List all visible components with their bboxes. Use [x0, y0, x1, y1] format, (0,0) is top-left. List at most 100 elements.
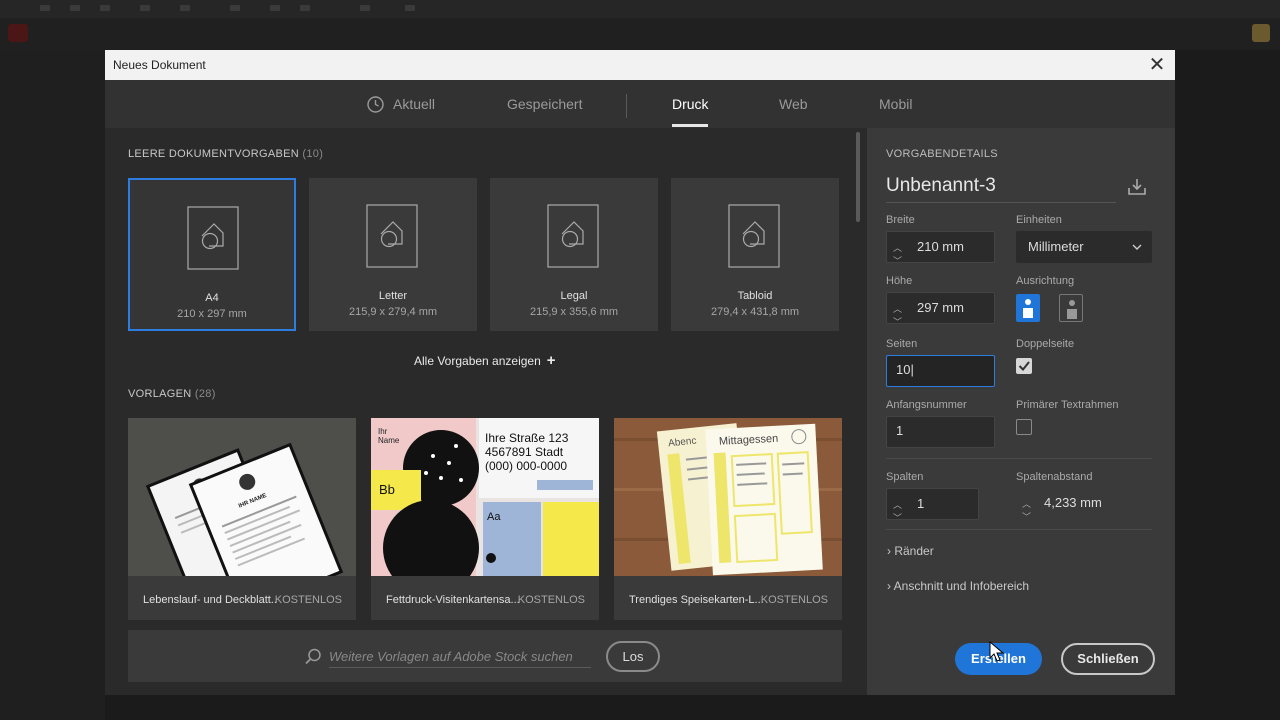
blank-presets-heading-text: LEERE DOKUMENTVORGABEN [128, 148, 300, 160]
user-avatar[interactable] [1252, 24, 1270, 42]
width-stepper[interactable]: ︿ ﹀ [887, 232, 909, 266]
app-logo-icon [8, 24, 28, 42]
preset-name-field[interactable]: Unbenannt-3 [886, 175, 1116, 203]
primary-text-frame-label: Primärer Textrahmen [1016, 399, 1119, 411]
tab-mobil[interactable]: Mobil [879, 96, 912, 112]
landscape-icon [1067, 300, 1077, 319]
preset-size: 210 x 297 mm [177, 308, 247, 320]
columns-stepper[interactable]: ︿ ﹀ [887, 489, 909, 523]
height-field[interactable]: ︿ ﹀ 297 mm [886, 292, 995, 327]
thumb-city-text: 4567891 Stadt [485, 445, 564, 459]
app-menu-item[interactable] [100, 5, 110, 11]
document-icon [187, 206, 239, 270]
pages-field[interactable]: 10| [886, 355, 995, 387]
template-thumbnail: Ihr Name Bb Ihre Straße 123 4567891 Stad… [371, 418, 599, 576]
thumb-bb-text: Bb [379, 482, 395, 497]
width-field[interactable]: ︿ ﹀ 210 mm [886, 231, 995, 266]
search-go-button[interactable]: Los [606, 641, 660, 672]
thumb-street-text: Ihre Straße 123 [485, 431, 569, 445]
templates-heading-text: VORLAGEN [128, 388, 192, 400]
tab-web[interactable]: Web [779, 96, 808, 112]
preset-details-heading: VORGABENDETAILS [886, 148, 998, 160]
portrait-orientation-button[interactable] [1016, 294, 1040, 322]
preset-a4[interactable]: A4 210 x 297 mm [128, 178, 296, 331]
checkmark-icon [1018, 361, 1030, 371]
document-icon [547, 204, 599, 268]
tab-gespeichert[interactable]: Gespeichert [507, 96, 582, 112]
show-all-presets-label: Alle Vorgaben anzeigen [414, 354, 541, 368]
tab-separator [626, 94, 627, 118]
preset-letter[interactable]: Letter 215,9 x 279,4 mm [309, 178, 477, 331]
template-card-business-cards[interactable]: Ihr Name Bb Ihre Straße 123 4567891 Stad… [371, 418, 599, 620]
height-stepper[interactable]: ︿ ﹀ [887, 293, 909, 327]
preset-details-panel: VORGABENDETAILS Unbenannt-3 Breite ︿ ﹀ 21… [867, 128, 1175, 695]
thumb-name-text: Name [378, 436, 400, 445]
app-menu-item[interactable] [40, 5, 50, 11]
chevron-down-icon[interactable]: ﹀ [1022, 503, 1031, 531]
preset-size: 279,4 x 431,8 mm [710, 306, 800, 318]
gutter-stepper[interactable]: ︿ ﹀ [1016, 488, 1038, 522]
preset-name: Tabloid [737, 290, 773, 302]
chevron-down-icon[interactable]: ﹀ [893, 504, 902, 532]
close-button[interactable]: Schließen [1061, 643, 1155, 675]
thumb-phone-text: (000) 000-0000 [485, 459, 567, 473]
text-caret: | [910, 362, 914, 377]
app-menu-bar [0, 0, 1280, 18]
templates-heading: VORLAGEN (28) [128, 388, 216, 400]
clock-icon [367, 96, 384, 113]
template-free-badge: KOSTENLOS [760, 594, 828, 606]
stock-search-input[interactable] [329, 646, 591, 668]
gutter-value: 4,233 mm [1044, 495, 1102, 510]
app-menu-item[interactable] [230, 5, 240, 11]
presets-scrollbar[interactable] [856, 132, 860, 222]
tab-druck[interactable]: Druck [672, 96, 709, 112]
app-menu-item[interactable] [140, 5, 150, 11]
chevron-down-icon[interactable]: ﹀ [893, 308, 902, 336]
templates-count: (28) [194, 388, 216, 400]
app-menu-item[interactable] [270, 5, 280, 11]
start-number-field[interactable]: 1 [886, 416, 995, 448]
dialog-title: Neues Dokument [113, 58, 206, 72]
show-all-presets-link[interactable]: Alle Vorgaben anzeigen + [414, 352, 556, 369]
preset-tabloid[interactable]: Tabloid 279,4 x 431,8 mm [671, 178, 839, 331]
category-tabs: Aktuell Gespeichert Druck Web Mobil [105, 80, 1175, 128]
gutter-field[interactable]: ︿ ﹀ 4,233 mm [1016, 488, 1109, 522]
app-menu-item[interactable] [360, 5, 370, 11]
chevron-down-icon[interactable]: ﹀ [893, 247, 902, 275]
facing-pages-checkbox[interactable] [1016, 358, 1032, 374]
pages-label: Seiten [886, 338, 918, 350]
template-thumbnail: Abenc Mittagessen [614, 418, 842, 576]
template-card-menu[interactable]: Abenc Mittagessen Trendiges Speisekarten… [614, 418, 842, 620]
template-card-resume[interactable]: IHR NAME Lebenslauf- und Deckblatt.. KOS… [128, 418, 356, 620]
width-label: Breite [886, 214, 915, 226]
preset-name: A4 [205, 292, 219, 304]
bleed-section-toggle[interactable]: › Anschnitt und Infobereich [887, 579, 1029, 593]
margins-label: Ränder [894, 544, 934, 558]
mouse-cursor-icon [989, 641, 1005, 662]
columns-field[interactable]: ︿ ﹀ 1 [886, 488, 979, 523]
units-label: Einheiten [1016, 214, 1062, 226]
landscape-orientation-button[interactable] [1059, 294, 1083, 322]
close-icon[interactable]: ✕ [1145, 53, 1169, 77]
chevron-right-icon: › [887, 579, 891, 593]
tab-aktuell[interactable]: Aktuell [393, 96, 435, 112]
blank-presets-heading: LEERE DOKUMENTVORGABEN (10) [128, 148, 323, 160]
template-free-badge: KOSTENLOS [517, 594, 585, 606]
app-menu-item[interactable] [405, 5, 415, 11]
margins-section-toggle[interactable]: › Ränder [887, 544, 934, 558]
bleed-label: Anschnitt und Infobereich [893, 579, 1030, 593]
divider [886, 529, 1152, 530]
divider [886, 458, 1152, 459]
save-preset-icon[interactable] [1126, 177, 1148, 197]
thumb-aa-text: Aa [487, 511, 501, 523]
app-menu-item[interactable] [180, 5, 190, 11]
thumb-ihr-text: Ihr [378, 427, 388, 436]
primary-text-frame-checkbox[interactable] [1016, 419, 1032, 435]
document-icon [728, 204, 780, 268]
app-menu-item[interactable] [300, 5, 310, 11]
units-dropdown[interactable]: Millimeter [1016, 231, 1152, 263]
width-value: 210 mm [917, 239, 964, 254]
app-menu-item[interactable] [70, 5, 80, 11]
template-name: Trendiges Speisekarten-L... [629, 594, 764, 606]
preset-legal[interactable]: Legal 215,9 x 355,6 mm [490, 178, 658, 331]
